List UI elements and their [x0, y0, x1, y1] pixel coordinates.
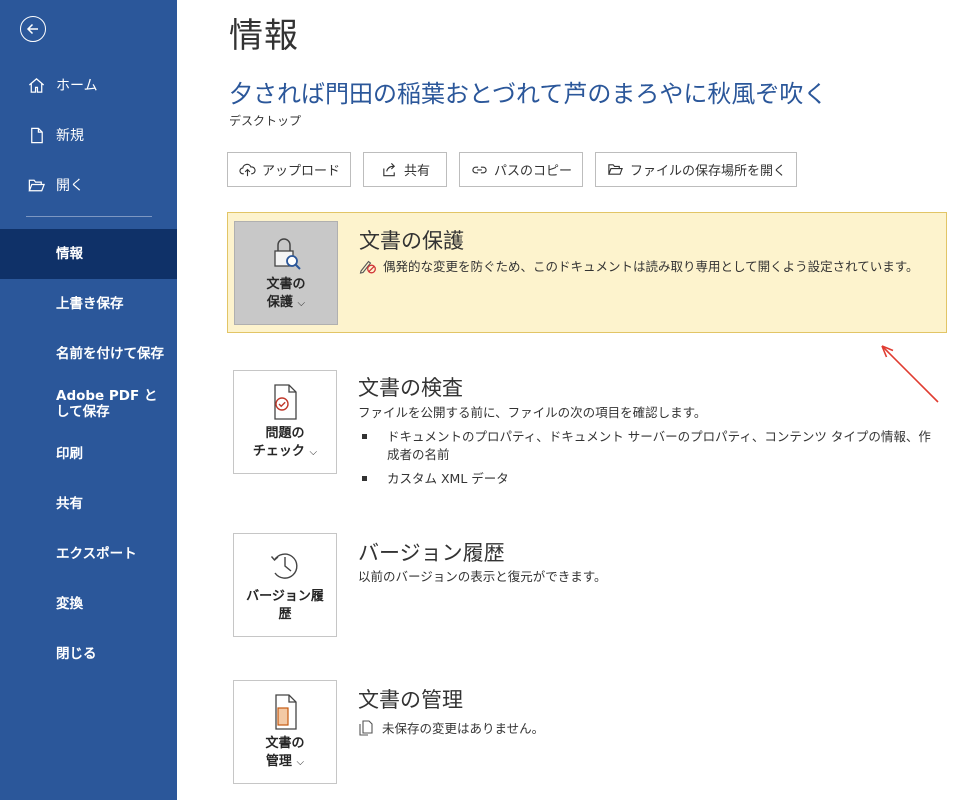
protect-document-section: 文書の 保護 ⌵ 文書の保護 偶発的な変更を防ぐため、このドキュメントは読み取り…	[227, 212, 947, 333]
protect-button-label: 文書の 保護 ⌵	[266, 276, 305, 313]
link-icon	[470, 161, 488, 179]
chevron-down-icon: ⌵	[297, 298, 306, 309]
manage-document-button[interactable]: 文書の 管理 ⌵	[233, 680, 337, 784]
chevron-down-icon: ⌵	[296, 757, 305, 768]
bullet-text: カスタム XML データ	[387, 471, 509, 486]
open-folder-icon	[26, 175, 46, 195]
inspect-bullet-list: ドキュメントのプロパティ、ドキュメント サーバーのプロパティ、コンテンツ タイプ…	[358, 428, 938, 494]
check-label-line1: 問題の	[265, 426, 305, 441]
sidebar-item-save-as[interactable]: 名前を付けて保存	[0, 329, 177, 379]
sidebar-item-label: Adobe PDF として保存	[56, 388, 158, 420]
sidebar-item-label: 変換	[56, 596, 83, 612]
manage-description-row: 未保存の変更はありません。	[358, 720, 544, 738]
pencil-no-edit-icon	[359, 260, 376, 274]
copy-path-button[interactable]: パスのコピー	[459, 152, 584, 187]
open-location-label: ファイルの保存場所を開く	[630, 164, 787, 179]
sidebar-top-nav: ホーム 新規 開く	[0, 60, 177, 210]
version-history-description: 以前のバージョンの表示と復元ができます。	[358, 569, 607, 584]
sidebar-item-label: 新規	[56, 128, 84, 144]
copy-path-label: パスのコピー	[494, 164, 573, 179]
sidebar-item-label: ホーム	[56, 78, 98, 94]
sidebar-item-export[interactable]: エクスポート	[0, 529, 177, 579]
back-button[interactable]	[20, 16, 46, 42]
manage-button-label: 文書の 管理 ⌵	[265, 735, 304, 772]
clock-history-icon	[268, 546, 302, 584]
share-button[interactable]: 共有	[363, 152, 448, 187]
document-location: デスクトップ	[229, 114, 302, 128]
version-history-heading: バージョン履歴	[358, 541, 505, 565]
manage-document-section: 文書の 管理 ⌵ 文書の管理 未保存の変更はありません。	[227, 672, 947, 792]
chevron-down-icon: ⌵	[309, 447, 318, 458]
inspect-heading: 文書の検査	[358, 376, 463, 400]
version-history-button[interactable]: バージョン履 歴	[233, 533, 337, 637]
document-manage-icon	[268, 693, 302, 731]
sidebar-divider	[26, 216, 152, 217]
check-label-line2: チェック	[252, 444, 305, 459]
sidebar-item-label: 情報	[56, 246, 83, 262]
protect-description-row: 偶発的な変更を防ぐため、このドキュメントは読み取り専用として開くよう設定されてい…	[359, 258, 919, 276]
sidebar-item-open[interactable]: 開く	[0, 160, 177, 210]
protect-label-line1: 文書の	[266, 277, 306, 292]
manage-heading: 文書の管理	[358, 688, 463, 712]
inspect-document-section: 問題の チェック ⌵ 文書の検査 ファイルを公開する前に、ファイルの次の項目を確…	[227, 362, 947, 502]
sidebar-item-save[interactable]: 上書き保存	[0, 279, 177, 329]
documents-icon	[359, 720, 373, 736]
back-arrow-icon	[26, 23, 38, 35]
red-annotation-arrow	[881, 345, 939, 403]
sidebar-item-label: 名前を付けて保存	[56, 346, 164, 362]
document-title: 夕されば門田の稲葉おとづれて芦のまろやに秋風ぞ吹く	[229, 80, 828, 108]
sidebar-item-label: 開く	[56, 178, 84, 194]
upload-label: アップロード	[262, 164, 341, 179]
sidebar-item-close[interactable]: 閉じる	[0, 629, 177, 679]
version-label-line2: 歴	[278, 607, 292, 622]
page-title: 情報	[229, 16, 299, 56]
cloud-upload-icon	[238, 161, 256, 179]
manage-label-line1: 文書の	[265, 736, 305, 751]
sidebar-item-label: 上書き保存	[56, 296, 124, 312]
sidebar-item-label: 印刷	[56, 446, 83, 462]
version-button-label: バージョン履 歴	[246, 588, 324, 624]
sidebar-item-save-as-pdf[interactable]: Adobe PDF として保存	[0, 379, 177, 429]
check-for-issues-button[interactable]: 問題の チェック ⌵	[233, 370, 337, 474]
sidebar-item-label: 共有	[56, 496, 83, 512]
sidebar-item-label: 閉じる	[56, 646, 97, 662]
version-label-line1: バージョン履	[246, 589, 324, 604]
open-location-button[interactable]: ファイルの保存場所を開く	[595, 152, 798, 187]
manage-label-line2: 管理	[265, 754, 292, 769]
upload-button[interactable]: アップロード	[227, 152, 352, 187]
protect-document-button[interactable]: 文書の 保護 ⌵	[234, 221, 338, 325]
sidebar-item-label: エクスポート	[56, 546, 137, 562]
protect-label-line2: 保護	[266, 295, 293, 310]
sidebar-item-home[interactable]: ホーム	[0, 60, 177, 110]
file-toolbar: アップロード 共有 パスのコピー ファイルの保存場所を開く	[227, 152, 798, 187]
sidebar-item-share[interactable]: 共有	[0, 479, 177, 529]
sidebar-item-new[interactable]: 新規	[0, 110, 177, 160]
check-button-label: 問題の チェック ⌵	[253, 425, 317, 462]
sidebar-nav: 情報 上書き保存 名前を付けて保存 Adobe PDF として保存 印刷 共有 …	[0, 229, 177, 679]
home-icon	[26, 75, 46, 95]
list-item: ドキュメントのプロパティ、ドキュメント サーバーのプロパティ、コンテンツ タイプ…	[358, 428, 938, 464]
inspect-description: ファイルを公開する前に、ファイルの次の項目を確認します。	[358, 405, 707, 420]
protect-heading: 文書の保護	[359, 229, 464, 253]
protect-description: 偶発的な変更を防ぐため、このドキュメントは読み取り専用として開くよう設定されてい…	[383, 259, 919, 274]
info-pane: 情報 夕されば門田の稲葉おとづれて芦のまろやに秋風ぞ吹く デスクトップ アップロ…	[177, 0, 967, 800]
sidebar-item-print[interactable]: 印刷	[0, 429, 177, 479]
manage-description: 未保存の変更はありません。	[382, 721, 545, 736]
sidebar-item-info[interactable]: 情報	[0, 229, 177, 279]
share-icon	[380, 161, 398, 179]
backstage-sidebar: ホーム 新規 開く 情報 上書き保存 名前を付けて保存 Adobe PDF とし…	[0, 0, 177, 800]
lock-search-icon	[269, 234, 303, 272]
document-check-icon	[268, 383, 302, 421]
bullet-text: ドキュメントのプロパティ、ドキュメント サーバーのプロパティ、コンテンツ タイプ…	[387, 429, 931, 462]
sidebar-item-transform[interactable]: 変換	[0, 579, 177, 629]
open-folder-icon	[606, 161, 624, 179]
share-label: 共有	[404, 164, 431, 179]
new-document-icon	[26, 125, 46, 145]
list-item: カスタム XML データ	[358, 470, 938, 488]
version-history-section: バージョン履 歴 バージョン履歴 以前のバージョンの表示と復元ができます。	[227, 525, 947, 645]
